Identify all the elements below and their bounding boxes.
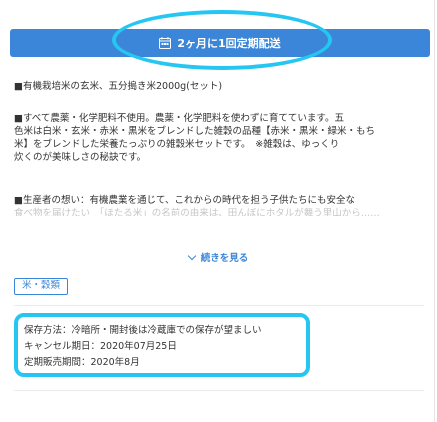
delivery-button-label: 2ヶ月に1回定期配送 bbox=[177, 37, 281, 50]
description-line: 色米は白米・玄米・赤米・黒米をブレンドした雑穀の品種【赤米・黒米・緑米・もち bbox=[14, 126, 376, 137]
divider bbox=[14, 305, 424, 306]
product-title-line: ■有機栽培米の玄米、五分搗き米2000g(セット) bbox=[14, 78, 222, 92]
delivery-button-wrap: 2ヶ月に1回定期配送 bbox=[10, 29, 430, 59]
chevron-down-icon bbox=[187, 251, 196, 261]
divider bbox=[14, 390, 424, 391]
regular-delivery-button[interactable]: 2ヶ月に1回定期配送 bbox=[10, 29, 430, 57]
highlight-box-specs bbox=[14, 313, 310, 377]
producer-message-faded-line: 食べ物を届けたい 「ほたる米」の名前の由来は、田んぼにホタルが舞う里山から…… bbox=[14, 208, 380, 216]
description-line: 炊くのが美味しさの秘訣です。 bbox=[14, 152, 147, 163]
product-title-text: ■有機栽培米の玄米、五分搗き米2000g(セット) bbox=[14, 81, 223, 92]
description-line: ■すべて農薬・化学肥料不使用。農薬・化学肥料を使わずに育てています。五 bbox=[14, 113, 344, 124]
right-border bbox=[434, 0, 435, 422]
product-description: ■すべて農薬・化学肥料不使用。農薬・化学肥料を使わずに育てています。五 色米は白… bbox=[14, 112, 424, 164]
producer-message-line: ■生産者の想い：有機農業を通じて、これからの時代を担う子供たちにも安全な bbox=[14, 195, 356, 206]
calendar-icon bbox=[159, 37, 172, 49]
read-more-link[interactable]: 続きを見る bbox=[0, 250, 437, 264]
category-tag[interactable]: 米・穀類 bbox=[14, 278, 69, 295]
description-line: 米】をブレンドした栄養たっぷりの雑穀米セットです。 ※雑穀は、ゆっくり bbox=[14, 139, 340, 150]
read-more-label: 続きを見る bbox=[200, 253, 249, 264]
producer-message: ■生産者の想い：有機農業を通じて、これからの時代を担う子供たちにも安全な 食べ物… bbox=[14, 194, 424, 216]
